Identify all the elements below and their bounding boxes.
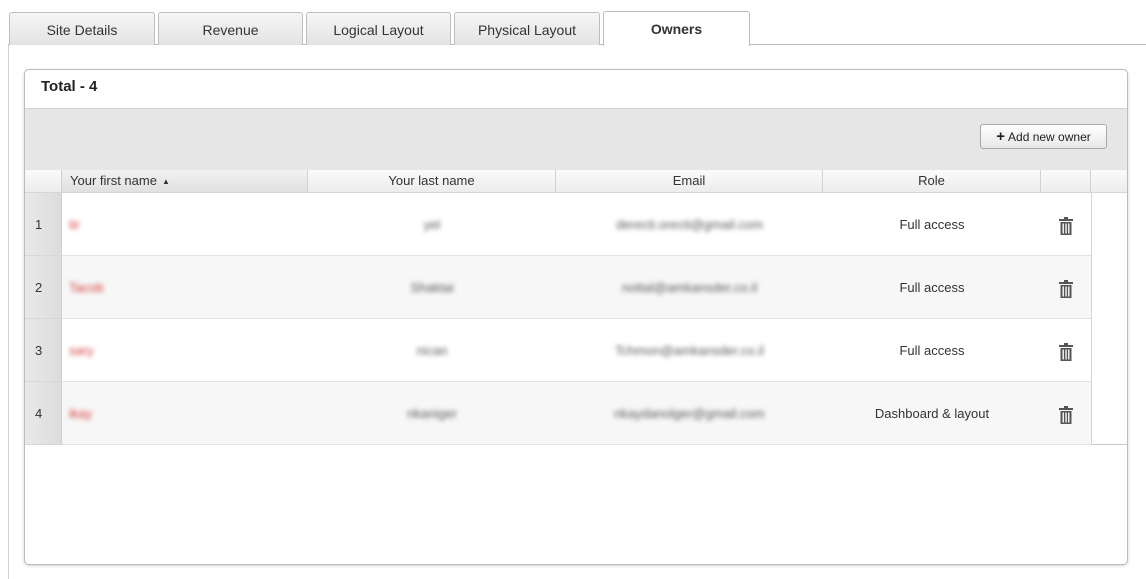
role-cell: Dashboard & layout [823,382,1041,445]
grid-header: Your first name ▲ Your last name Email Ro… [25,170,1127,193]
first-name-cell: Tacob [62,256,308,319]
row-number: 1 [25,193,62,256]
tab-owners[interactable]: Owners [603,11,750,46]
email-cell: Tchmon@amkansder.co.il [556,319,823,382]
plus-icon: + [996,128,1006,145]
email-cell: nottal@amkansder.co.il [556,256,823,319]
owners-panel: Total - 4 + Add new owner Your first name… [24,69,1128,565]
last-name-value: nican [416,343,448,358]
table-row[interactable]: 3 sary nican Tchmon@amkansder.co.il Full… [25,319,1091,382]
email-value: Tchmon@amkansder.co.il [614,343,765,358]
role-cell: Full access [823,319,1041,382]
row-number: 4 [25,382,62,445]
first-name-value: sary [69,343,94,358]
first-name-cell: tir [62,193,308,256]
add-new-owner-button[interactable]: + Add new owner [980,124,1107,149]
column-header-role[interactable]: Role [823,170,1041,192]
first-name-cell: ikay [62,382,308,445]
last-name-cell: yel [308,193,556,256]
row-number: 2 [25,256,62,319]
trash-icon[interactable] [1059,216,1073,235]
email-cell: derecti.orecti@gmail.com [556,193,823,256]
last-name-value: Shaktai [410,280,454,295]
column-header-first-name[interactable]: Your first name ▲ [62,170,308,192]
table-row[interactable]: 1 tir yel derecti.orecti@gmail.com Full … [25,193,1091,256]
column-header-first-name-label: Your first name [70,173,157,188]
delete-cell [1041,319,1091,382]
first-name-value: Tacob [69,280,104,295]
first-name-cell: sary [62,319,308,382]
trash-icon[interactable] [1059,405,1073,424]
row-number: 3 [25,319,62,382]
role-cell: Full access [823,256,1041,319]
first-name-value: ikay [69,406,93,421]
sort-ascending-icon: ▲ [161,176,170,186]
tab-revenue[interactable]: Revenue [158,12,303,45]
column-header-last-name[interactable]: Your last name [308,170,556,192]
table-row[interactable]: 4 ikay nkaniger nkaydanolger@gmail.com D… [25,382,1091,445]
role-cell: Full access [823,193,1041,256]
email-cell: nkaydanolger@gmail.com [556,382,823,445]
grid-toolbar: + Add new owner [25,108,1127,170]
tab-site-details[interactable]: Site Details [9,12,155,45]
delete-cell [1041,256,1091,319]
tab-logical-layout[interactable]: Logical Layout [306,12,451,45]
last-name-cell: nican [308,319,556,382]
grid-divider [1091,193,1092,445]
first-name-value: tir [69,217,80,232]
panel-title: Total - 4 [41,78,98,95]
delete-cell [1041,382,1091,445]
delete-cell [1041,193,1091,256]
email-value: derecti.orecti@gmail.com [616,217,763,232]
trash-icon[interactable] [1059,279,1073,298]
last-name-cell: Shaktai [308,256,556,319]
column-header-actions [1041,170,1091,192]
trash-icon[interactable] [1059,342,1073,361]
last-name-cell: nkaniger [308,382,556,445]
grid-body: 1 tir yel derecti.orecti@gmail.com Full … [25,193,1127,445]
email-value: nkaydanolger@gmail.com [614,406,765,421]
last-name-value: yel [423,217,441,232]
column-header-email[interactable]: Email [556,170,823,192]
email-value: nottal@amkansder.co.il [621,280,758,295]
table-row[interactable]: 2 Tacob Shaktai nottal@amkansder.co.il F… [25,256,1091,319]
add-new-owner-label: Add new owner [1008,130,1091,144]
last-name-value: nkaniger [407,406,457,421]
tab-physical-layout[interactable]: Physical Layout [454,12,600,45]
tab-bar: Site Details Revenue Logical Layout Phys… [8,9,1146,46]
row-number-header [25,170,62,192]
